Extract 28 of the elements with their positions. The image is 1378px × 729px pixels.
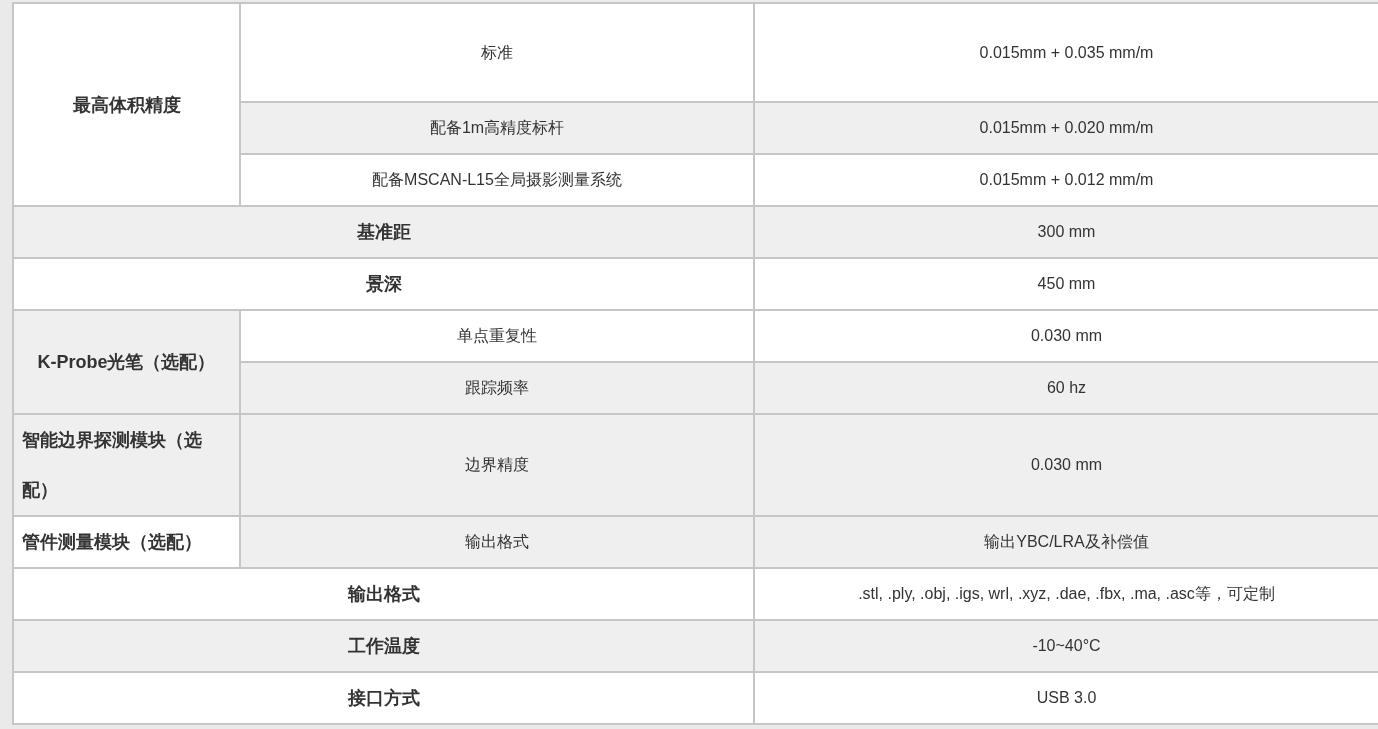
row-header: 智能边界探测模块（选配） [13, 414, 240, 516]
row-header: 管件测量模块（选配） [13, 516, 240, 568]
table-cell: 0.030 mm [754, 310, 1378, 362]
row-header: 基准距 [13, 206, 754, 258]
table-cell: 0.015mm + 0.035 mm/m [754, 3, 1378, 102]
sub-header: 跟踪频率 [240, 362, 754, 414]
table-cell: 450 mm [754, 258, 1378, 310]
table-cell: 0.015mm + 0.020 mm/m [754, 102, 1378, 154]
row-header: 景深 [13, 258, 754, 310]
table-cell: -10~40°C [754, 620, 1378, 672]
row-header: 输出格式 [13, 568, 754, 620]
row-header: K-Probe光笔（选配） [13, 310, 240, 414]
table-cell: USB 3.0 [754, 672, 1378, 724]
table-cell: 300 mm [754, 206, 1378, 258]
table-cell: .stl, .ply, .obj, .igs, wrl, .xyz, .dae, .fbx, .ma, .asc等，可定制 [754, 568, 1378, 620]
table-cell: 输出YBC/LRA及补偿值 [754, 516, 1378, 568]
sub-header: 标准 [240, 3, 754, 102]
sub-header: 单点重复性 [240, 310, 754, 362]
sub-header: 配备MSCAN-L15全局摄影测量系统 [240, 154, 754, 206]
table-cell: 0.015mm + 0.012 mm/m [754, 154, 1378, 206]
table-cell: 60 hz [754, 362, 1378, 414]
row-header: 接口方式 [13, 672, 754, 724]
row-header: 最高体积精度 [13, 3, 240, 206]
sub-header: 配备1m高精度标杆 [240, 102, 754, 154]
row-header: 工作温度 [13, 620, 754, 672]
sub-header: 边界精度 [240, 414, 754, 516]
table-cell: 0.030 mm [754, 414, 1378, 516]
sub-header: 输出格式 [240, 516, 754, 568]
